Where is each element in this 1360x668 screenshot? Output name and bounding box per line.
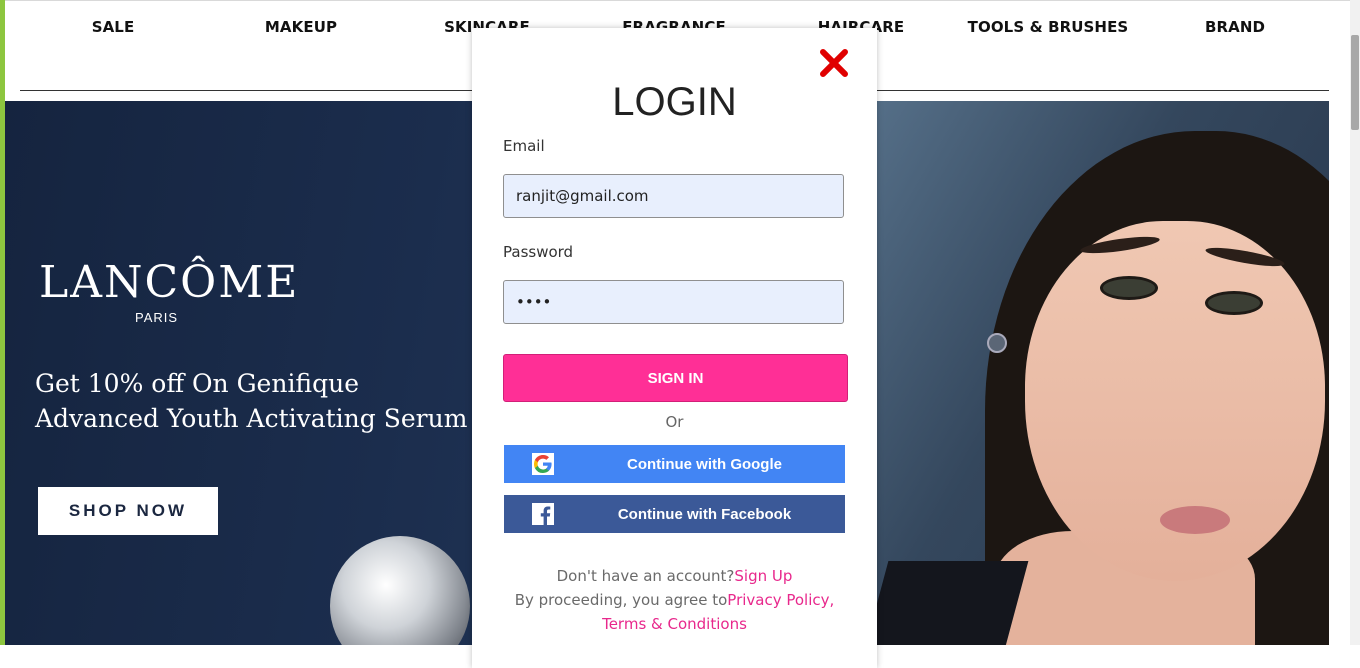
model-eye-right (1205, 291, 1263, 315)
facebook-icon (532, 503, 554, 525)
google-button-label: Continue with Google (627, 455, 782, 473)
or-divider-text: Or (665, 413, 684, 431)
model-lips (1160, 506, 1230, 534)
terms-conditions-link[interactable]: Terms & Conditions (602, 615, 747, 633)
facebook-login-button[interactable]: Continue with Facebook (504, 495, 845, 533)
promo-line-1: Get 10% off On Genifique (35, 369, 360, 398)
nav-item-brand[interactable]: BRAND (1205, 18, 1265, 40)
brand-logo-sub: PARIS (135, 310, 179, 325)
google-login-button[interactable]: Continue with Google (504, 445, 845, 483)
model-top (875, 561, 1029, 645)
google-icon (532, 453, 554, 475)
nav-item-sale[interactable]: SALE (92, 18, 135, 40)
password-field[interactable] (503, 280, 844, 324)
model-photo (875, 101, 1329, 645)
model-earring (987, 333, 1007, 353)
scrollbar-thumb[interactable] (1351, 35, 1359, 130)
email-label: Email (503, 137, 545, 155)
nav-item-makeup[interactable]: MAKEUP (265, 18, 337, 40)
modal-title: LOGIN (612, 80, 737, 124)
close-button[interactable] (819, 48, 849, 78)
promo-text: Get 10% off On Genifique Advanced Youth … (35, 366, 475, 436)
promo-line-2: Advanced Youth Activating Serum (35, 404, 468, 433)
password-label: Password (503, 243, 574, 261)
facebook-button-label: Continue with Facebook (617, 505, 792, 523)
terms-line: Terms & Conditions (472, 615, 877, 633)
model-eye-left (1100, 276, 1158, 300)
no-account-text: Don't have an account? (556, 567, 735, 585)
agreement-text: By proceeding, you agree toPrivacy Polic… (472, 591, 877, 609)
sign-in-button[interactable]: SIGN IN (503, 354, 848, 402)
shop-now-button[interactable]: SHOP NOW (38, 487, 218, 535)
brand-logo: LANCÔME (39, 257, 300, 308)
privacy-policy-link[interactable]: Privacy Policy, (727, 591, 834, 609)
signup-prompt: Don't have an account?Sign Up (472, 567, 877, 585)
sign-up-link[interactable]: Sign Up (734, 567, 792, 585)
login-modal: LOGIN Email Password SIGN IN Or Continue… (472, 28, 877, 668)
close-icon (820, 49, 848, 77)
nav-item-tools-brushes[interactable]: TOOLS & BRUSHES (968, 18, 1129, 40)
agree-text: By proceeding, you agree to (514, 591, 728, 609)
email-field[interactable] (503, 174, 844, 218)
